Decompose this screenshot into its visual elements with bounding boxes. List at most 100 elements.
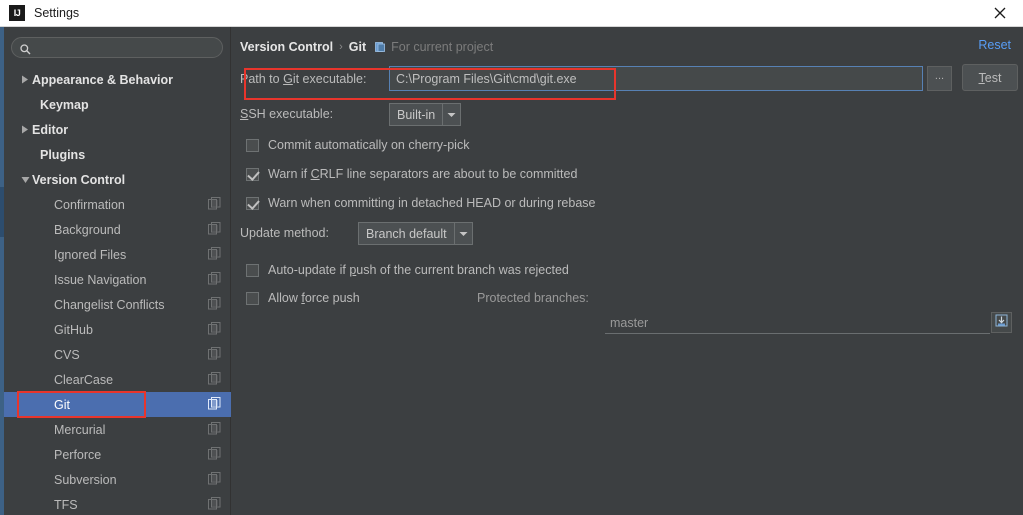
chevron-down-icon [453,223,472,244]
settings-scope-icon [208,222,221,235]
breadcrumb: Version Control › Git For current projec… [240,40,493,54]
sidebar-item-git[interactable]: Git [4,392,231,417]
checkbox-commit-automatically[interactable]: Commit automatically on cherry-pick [246,138,469,152]
protected-branches-add-button[interactable] [991,312,1012,333]
sidebar-item-plugins[interactable]: Plugins [4,142,231,167]
settings-scope-icon [208,347,221,360]
sidebar-item-label: Ignored Files [54,247,127,262]
search-container [11,37,223,58]
sidebar-item-tfs[interactable]: TFS [4,492,231,515]
settings-scope-icon [208,447,221,460]
sidebar-item-appearance-behavior[interactable]: Appearance & Behavior [4,67,231,92]
checkbox-warn-detached-head[interactable]: Warn when committing in detached HEAD or… [246,196,595,210]
checkbox-box[interactable] [246,263,259,277]
project-scope-icon [375,41,386,53]
sidebar-item-label: Keymap [40,97,89,112]
settings-scope-icon [208,472,221,485]
sidebar-item-keymap[interactable]: Keymap [4,92,231,117]
checkbox-auto-update-push-rejected[interactable]: Auto-update if push of the current branc… [246,263,569,277]
close-icon [994,7,1006,19]
app-logo-icon: IJ [9,5,25,21]
sidebar-item-label: Git [54,397,70,412]
checkbox-box[interactable] [246,196,259,210]
sidebar-item-label: Editor [32,122,69,137]
checkbox-box[interactable] [246,167,259,181]
sidebar-item-label: ClearCase [54,372,114,387]
sidebar-item-label: Subversion [54,472,117,487]
sidebar-item-label: Confirmation [54,197,125,212]
settings-scope-icon [208,297,221,310]
sidebar-item-issue-navigation[interactable]: Issue Navigation [4,267,231,292]
chevron-down-icon [442,104,460,125]
ssh-executable-value: Built-in [397,107,436,122]
settings-scope-icon [208,422,221,435]
settings-window: IJ Settings Appearance & Behavior Keymap… [0,0,1023,515]
sidebar-item-label: Issue Navigation [54,272,147,287]
checkbox-allow-force-push[interactable]: Allow force push [246,291,360,305]
search-input[interactable] [31,39,222,56]
sidebar-item-cvs[interactable]: CVS [4,342,231,367]
path-to-git-input[interactable] [389,66,923,91]
chevron-right-icon[interactable] [18,117,32,142]
breadcrumb-leaf: Git [348,40,367,54]
update-method-value: Branch default [366,226,447,241]
sidebar-item-editor[interactable]: Editor [4,117,231,142]
checkbox-label: Warn when committing in detached HEAD or… [268,196,596,210]
checkbox-box[interactable] [246,291,259,305]
checkbox-warn-crlf[interactable]: Warn if CRLF line separators are about t… [246,167,577,181]
ssh-executable-combo[interactable]: Built-in [389,103,462,126]
update-method-label: Update method: [240,226,329,240]
checkbox-label: Allow force push [268,291,360,305]
sidebar-item-subversion[interactable]: Subversion [4,467,231,492]
settings-scope-icon [208,197,221,210]
protected-branches-label: Protected branches: [477,291,589,305]
sidebar-item-version-control[interactable]: Version Control [4,167,231,192]
add-list-icon [995,314,1008,332]
sidebar-item-label: GitHub [54,322,93,337]
sidebar-item-label: Appearance & Behavior [32,72,174,87]
checkbox-label: Warn if CRLF line separators are about t… [268,167,578,181]
protected-branches-input[interactable] [605,313,990,334]
sidebar-item-changelist-conflicts[interactable]: Changelist Conflicts [4,292,231,317]
sidebar-item-clearcase[interactable]: ClearCase [4,367,231,392]
settings-detail-pane: Version Control › Git For current projec… [232,27,1023,515]
chevron-down-icon[interactable] [18,167,32,192]
settings-body: Appearance & Behavior Keymap Editor Plugins… [0,27,1023,515]
close-button[interactable] [977,0,1023,26]
settings-scope-icon [208,372,221,385]
settings-scope-icon [208,247,221,260]
sidebar-item-github[interactable]: GitHub [4,317,231,342]
sidebar-item-label: Plugins [40,147,86,162]
reset-link[interactable]: Reset [978,38,1011,52]
update-method-combo[interactable]: Branch default [358,222,473,245]
window-title: Settings [34,6,80,20]
search-box[interactable] [11,37,223,58]
ssh-executable-label: SSH executable: [240,107,334,121]
browse-button[interactable]: ... [927,66,952,91]
checkbox-box[interactable] [246,138,259,152]
sidebar-item-mercurial[interactable]: Mercurial [4,417,231,442]
breadcrumb-scope: For current project [391,40,494,54]
settings-scope-icon [208,497,221,510]
sidebar-item-label: Changelist Conflicts [54,297,165,312]
settings-scope-icon [208,322,221,335]
sidebar-item-label: Mercurial [54,422,106,437]
settings-tree: Appearance & Behavior Keymap Editor Plugins… [4,67,231,515]
breadcrumb-separator: › [339,41,343,53]
sidebar-item-background[interactable]: Background [4,217,231,242]
sidebar-item-confirmation[interactable]: Confirmation [4,192,231,217]
sidebar-item-perforce[interactable]: Perforce [4,442,231,467]
breadcrumb-root[interactable]: Version Control [240,40,333,54]
settings-scope-icon [208,272,221,285]
sidebar-item-ignored-files[interactable]: Ignored Files [4,242,231,267]
search-icon [20,42,31,55]
sidebar-item-label: Background [54,222,121,237]
test-button[interactable]: Test [962,64,1018,91]
settings-scope-icon [208,397,221,410]
checkbox-label: Auto-update if push of the current branc… [268,263,569,277]
sidebar-item-label: TFS [54,497,78,512]
sidebar-item-label: CVS [54,347,80,362]
window-titlebar: IJ Settings [0,0,1023,27]
sidebar-item-label: Version Control [32,172,126,187]
chevron-right-icon[interactable] [18,67,32,92]
